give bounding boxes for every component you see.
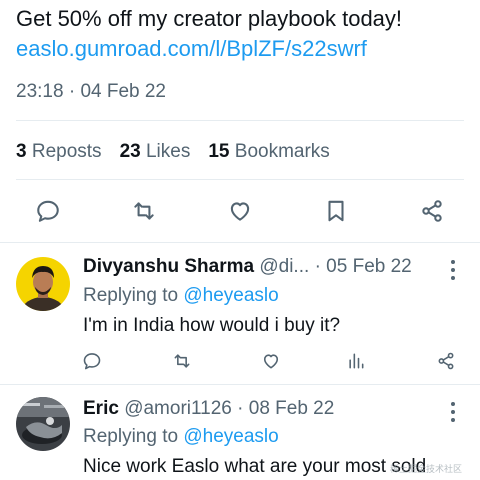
tweet-link[interactable]: easlo.gumroad.com/l/BplZF/s22swrf — [16, 34, 367, 64]
likes-label: Likes — [145, 141, 191, 162]
reply-header: Divyanshu Sharma @di... · 05 Feb 22 — [83, 254, 412, 280]
avatar[interactable] — [16, 257, 70, 311]
bookmarks-stat[interactable]: 15 Bookmarks — [208, 139, 329, 165]
like-icon — [230, 202, 250, 221]
like-icon — [263, 354, 279, 369]
replying-to: Replying to @heyeaslo — [83, 424, 279, 450]
share-button[interactable] — [434, 349, 458, 373]
replying-to-handle[interactable]: @heyeaslo — [183, 285, 278, 306]
reposts-label: Reposts — [31, 141, 102, 162]
reply-button[interactable] — [80, 349, 104, 373]
share-icon — [422, 200, 442, 222]
likes-count: 23 — [119, 141, 141, 162]
share-icon — [438, 352, 454, 370]
engagement-stats: 3 Reposts 23 Likes 15 Bookmarks — [16, 139, 330, 165]
tweet-text: Get 50% off my creator playbook today! — [16, 6, 403, 31]
like-button[interactable] — [225, 196, 255, 226]
bookmark-icon — [328, 200, 344, 222]
replying-to-handle[interactable]: @heyeaslo — [183, 426, 278, 447]
meta-separator: · — [68, 81, 76, 102]
reply-header: Eric @amori1126 · 08 Feb 22 — [83, 396, 334, 422]
reply-text: Nice work Easlo what are your most sold — [83, 456, 427, 477]
reply-icon — [37, 200, 59, 222]
tweet-date: 04 Feb 22 — [80, 81, 167, 102]
more-dot — [451, 276, 455, 280]
views-icon — [349, 353, 364, 369]
divider — [16, 179, 464, 180]
reply-icon — [83, 353, 101, 370]
meta-separator: · — [237, 398, 244, 419]
repost-button[interactable] — [129, 196, 159, 226]
more-dot — [451, 402, 455, 406]
tweet-timestamp[interactable]: 23:18 · 04 Feb 22 — [16, 79, 166, 105]
reply-text: I'm in India how would i buy it? — [83, 315, 341, 336]
bookmarks-count: 15 — [208, 141, 230, 162]
reply-date[interactable]: 08 Feb 22 — [249, 398, 335, 419]
watermark: 稀土掘金技术社区 — [390, 464, 463, 474]
reply-button[interactable] — [33, 196, 63, 226]
reposts-stat[interactable]: 3 Reposts — [16, 139, 102, 165]
reply-action-bar — [0, 349, 480, 373]
more-dot — [451, 268, 455, 272]
avatar[interactable] — [16, 397, 70, 451]
author-name[interactable]: Eric — [83, 398, 119, 419]
replying-to-prefix: Replying to — [83, 285, 179, 306]
more-dot — [451, 410, 455, 414]
bookmarks-label: Bookmarks — [234, 141, 330, 162]
bookmark-button[interactable] — [321, 196, 351, 226]
divider — [16, 120, 464, 121]
reply-item[interactable]: Divyanshu Sharma @di... · 05 Feb 22 Repl… — [0, 243, 480, 383]
more-options-button[interactable] — [446, 260, 460, 280]
reposts-count: 3 — [16, 141, 27, 162]
repost-button[interactable] — [170, 349, 194, 373]
avatar-image — [16, 397, 70, 451]
tweet-action-bar — [0, 196, 480, 226]
repost-icon — [174, 354, 190, 368]
replying-to: Replying to @heyeaslo — [83, 283, 279, 309]
reply-date[interactable]: 05 Feb 22 — [326, 256, 412, 277]
share-button[interactable] — [417, 196, 447, 226]
author-name[interactable]: Divyanshu Sharma — [83, 256, 254, 277]
author-handle[interactable]: @amori1126 — [124, 398, 232, 419]
avatar-image — [16, 257, 70, 311]
replying-to-prefix: Replying to — [83, 426, 179, 447]
more-dot — [451, 418, 455, 422]
author-handle[interactable]: @di... — [259, 256, 309, 277]
meta-separator: · — [314, 256, 321, 277]
repost-icon — [134, 202, 154, 220]
more-options-button[interactable] — [446, 402, 460, 422]
more-dot — [451, 260, 455, 264]
likes-stat[interactable]: 23 Likes — [120, 139, 191, 165]
views-button[interactable] — [344, 349, 368, 373]
tweet-time: 23:18 — [16, 81, 64, 102]
like-button[interactable] — [259, 349, 283, 373]
